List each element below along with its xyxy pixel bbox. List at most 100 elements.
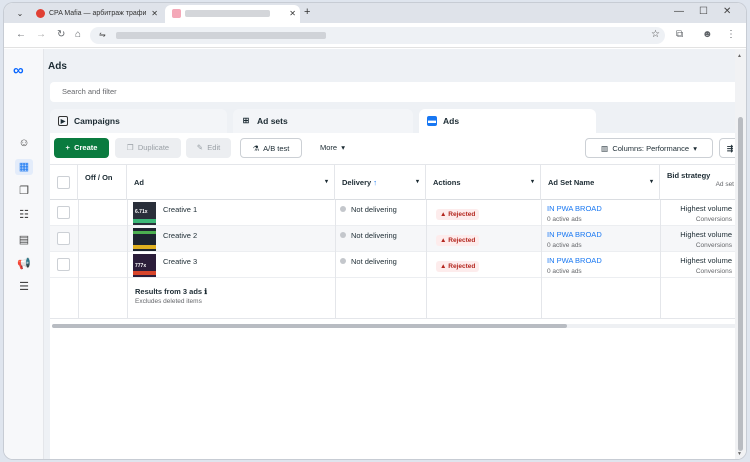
bookmark-star-icon[interactable]: ☆ (651, 29, 660, 40)
warning-icon: ▲ (440, 211, 447, 218)
more-button[interactable]: More ▾ (310, 138, 355, 158)
megaphone-icon[interactable]: 📢 (15, 256, 33, 272)
adset-link[interactable]: IN PWA BROAD (547, 204, 602, 213)
table-row[interactable]: 6.71x Creative 1 Not delivering ▲ Reject… (50, 200, 740, 226)
header-bid-strategy[interactable]: Bid strategy Ad set (660, 165, 740, 200)
tab-campaigns[interactable]: ▶ Campaigns (50, 109, 227, 133)
duplicate-button[interactable]: ❐ Duplicate (115, 138, 181, 158)
close-tab-icon[interactable]: ✕ (151, 5, 158, 23)
ad-thumbnail[interactable]: 6.71x (133, 202, 156, 225)
info-icon[interactable]: ℹ (204, 287, 207, 296)
more-label: More (319, 143, 338, 152)
browser-menu-icon[interactable]: ⋮ (726, 29, 736, 40)
thumbnail-strip (133, 271, 156, 275)
edit-button[interactable]: ✎ Edit (186, 138, 231, 158)
tab-ads[interactable]: ▬ Ads (419, 109, 596, 135)
vertical-scrollbar-thumb[interactable] (738, 117, 743, 451)
caret-down-icon: ▾ (341, 143, 346, 152)
maximize-icon[interactable]: ☐ (699, 6, 708, 17)
column-divider (660, 200, 661, 318)
bid-subtext: Conversions (695, 242, 732, 249)
tab-search-icon[interactable]: ⌄ (13, 7, 27, 20)
row-checkbox[interactable] (57, 232, 70, 245)
catalog-icon[interactable]: ▤ (15, 232, 33, 248)
tab-label: Ads (443, 116, 460, 126)
rejected-badge[interactable]: ▲ Rejected (436, 261, 480, 272)
minimize-icon[interactable]: — (674, 6, 684, 17)
close-tab-icon[interactable]: ✕ (289, 5, 296, 23)
ads-panel: + Create ❐ Duplicate ✎ Edit ⚗ A/B test M… (50, 133, 741, 459)
warning-icon: ▲ (440, 237, 447, 244)
rejected-badge[interactable]: ▲ Rejected (436, 235, 480, 246)
ad-thumbnail[interactable] (133, 228, 156, 251)
table-row[interactable]: 777x Creative 3 Not delivering ▲ Rejecte… (50, 252, 740, 278)
adset-link[interactable]: IN PWA BROAD (547, 256, 602, 265)
browser-tab-active[interactable]: ✕ (165, 5, 300, 23)
forward-icon[interactable]: → (36, 29, 46, 40)
header-offon[interactable]: Off / On (78, 165, 127, 200)
ad-name[interactable]: Creative 1 (163, 205, 197, 214)
tab-title: CPA Mafia — арбитраж трафи (49, 10, 147, 17)
ads-table: Off / On Ad ▾ Delivery ↑ ▾ Actions ▾ Ad … (50, 164, 740, 364)
search-input[interactable]: Search and filter (50, 82, 740, 102)
pages-icon[interactable]: ❐ (15, 183, 33, 199)
caret-down-icon[interactable]: ▾ (325, 165, 328, 200)
adset-link[interactable]: IN PWA BROAD (547, 230, 602, 239)
delivery-status: Not delivering (340, 231, 397, 240)
meta-logo-icon[interactable]: ∞ (13, 62, 24, 79)
caret-down-icon[interactable]: ▾ (650, 165, 653, 200)
header-delivery[interactable]: Delivery ↑ ▾ (335, 165, 426, 200)
column-divider (78, 200, 79, 318)
home-icon[interactable]: ⌂ (75, 29, 81, 40)
new-tab-icon[interactable]: + (304, 6, 310, 18)
address-bar[interactable]: ⇋ ☆ (90, 27, 665, 44)
site-info-icon[interactable]: ⇋ (99, 30, 106, 39)
ab-test-label: A/B test (263, 144, 290, 153)
rejected-badge[interactable]: ▲ Rejected (436, 209, 480, 220)
ad-name[interactable]: Creative 3 (163, 257, 197, 266)
caret-down-icon: ▾ (693, 144, 697, 153)
browser-tab-cpa[interactable]: CPA Mafia — арбитраж трафи ✕ (29, 5, 162, 23)
column-divider (426, 200, 427, 318)
scroll-down-icon[interactable]: ▼ (737, 451, 742, 457)
tab-adsets[interactable]: ⊞ Ad sets (233, 109, 413, 133)
close-window-icon[interactable]: ✕ (723, 6, 731, 17)
profile-avatar-icon[interactable]: ☻ (702, 29, 713, 40)
rejected-text: Rejected (448, 263, 476, 270)
header-actions[interactable]: Actions ▾ (426, 165, 541, 200)
sort-up-icon[interactable]: ↑ (373, 178, 377, 187)
create-button[interactable]: + Create (54, 138, 109, 158)
scroll-up-icon[interactable]: ▲ (737, 53, 742, 59)
smiley-icon[interactable]: ☺ (15, 135, 33, 151)
header-adset-name[interactable]: Ad Set Name ▾ (541, 165, 660, 200)
extensions-icon[interactable]: ⧉ (676, 29, 683, 40)
duplicate-icon: ❐ (126, 143, 134, 152)
people-icon[interactable]: ☷ (15, 207, 33, 223)
table-icon[interactable]: ▦ (15, 159, 33, 175)
reload-icon[interactable]: ↻ (57, 29, 65, 40)
row-checkbox[interactable] (57, 206, 70, 219)
header-ad[interactable]: Ad ▾ (127, 165, 335, 200)
row-checkbox[interactable] (57, 258, 70, 271)
horizontal-scrollbar[interactable] (52, 324, 567, 328)
table-row[interactable]: Creative 2 Not delivering ▲ Rejected IN … (50, 226, 740, 252)
ad-thumbnail[interactable]: 777x (133, 254, 156, 277)
ad-name[interactable]: Creative 2 (163, 231, 197, 240)
delivery-text: Not delivering (351, 231, 397, 240)
warning-icon: ▲ (440, 263, 447, 270)
header-sublabel: Ad set (715, 181, 734, 188)
create-label: Create (74, 143, 98, 152)
back-icon[interactable]: ← (16, 29, 26, 40)
browser-window: ⌄ CPA Mafia — арбитраж трафи ✕ ✕ + — ☐ ✕… (4, 3, 746, 459)
adset-cell: IN PWA BROAD 0 active ads (547, 256, 602, 277)
thumbnail-strip (133, 245, 156, 249)
ab-test-button[interactable]: ⚗ A/B test (240, 138, 302, 158)
bid-strategy-text: Highest volume (680, 204, 732, 213)
select-all-checkbox[interactable] (57, 176, 70, 189)
navigation-bar: ← → ↻ ⌂ ⇋ ☆ ⧉ ☻ ⋮ (4, 23, 746, 48)
menu-icon[interactable]: ☰ (15, 279, 33, 295)
caret-down-icon[interactable]: ▾ (416, 165, 419, 200)
caret-down-icon[interactable]: ▾ (531, 165, 534, 200)
edit-label: Edit (207, 143, 221, 152)
columns-button[interactable]: ▥ Columns: Performance ▾ (585, 138, 713, 158)
